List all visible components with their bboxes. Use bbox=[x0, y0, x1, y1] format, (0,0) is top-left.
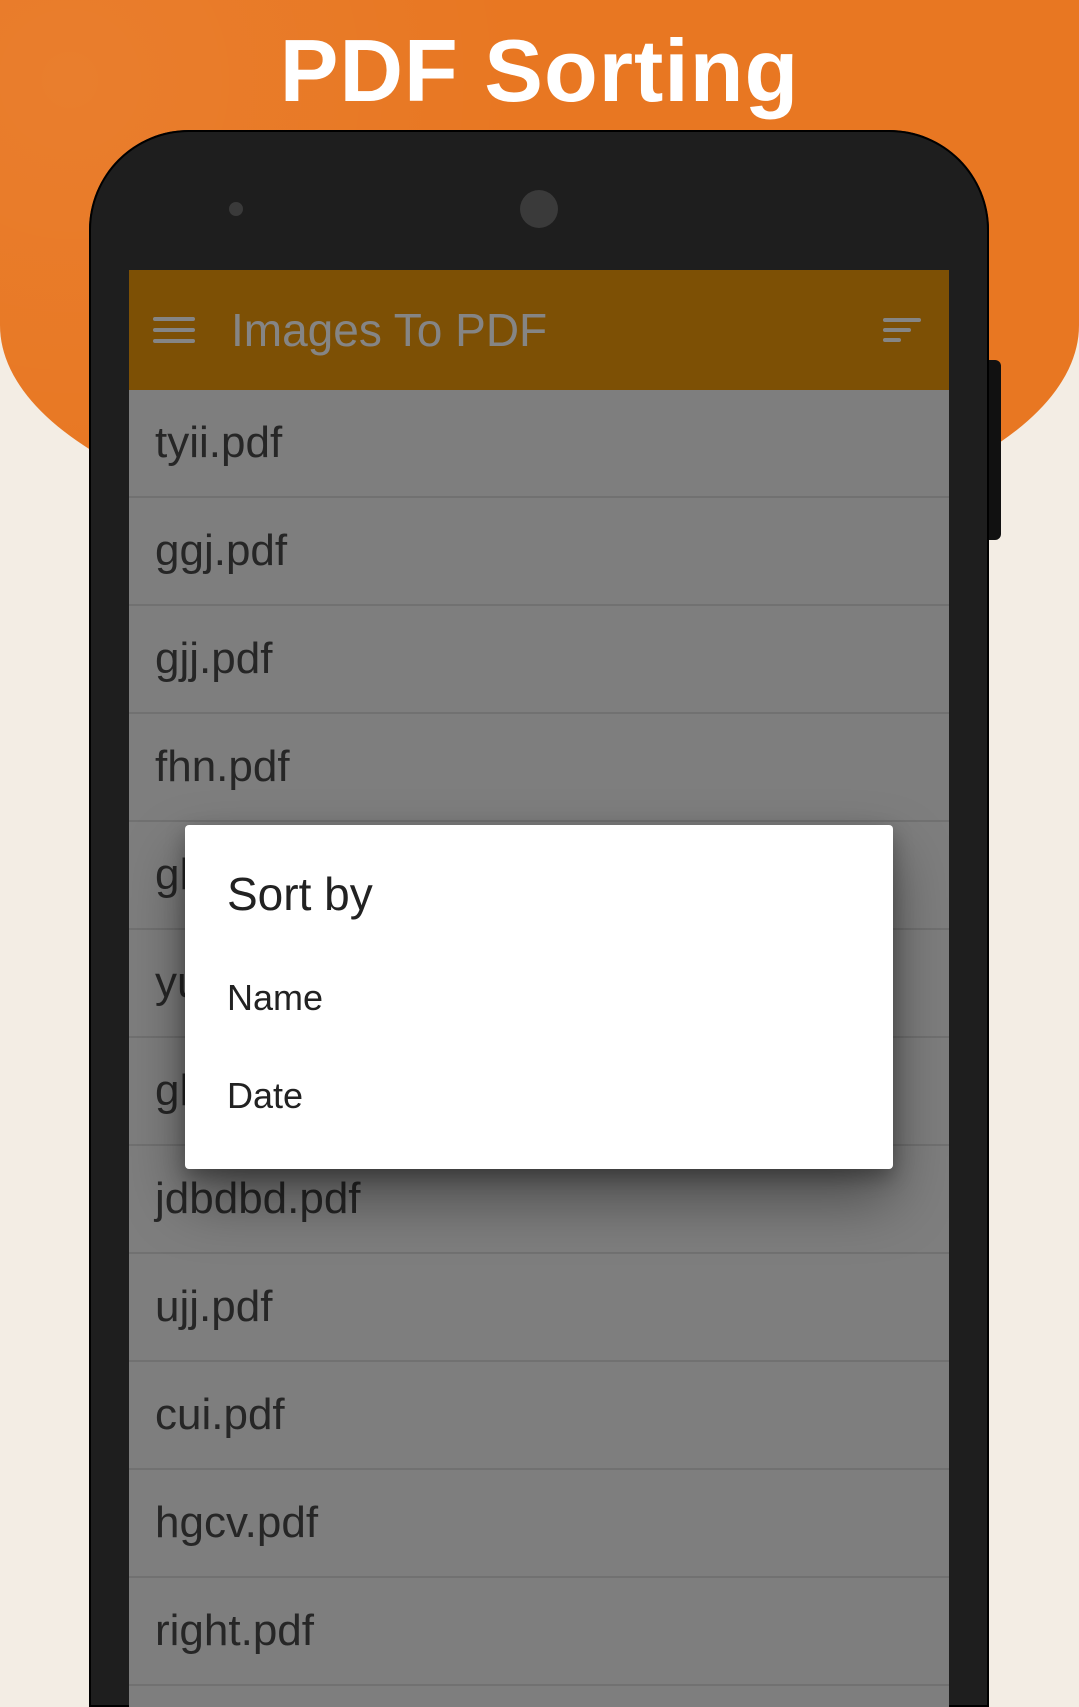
phone-frame: Images To PDF tyii.pdf ggj.pdf gjj.pdf f… bbox=[89, 130, 989, 1707]
marketing-title: PDF Sorting bbox=[0, 20, 1079, 122]
sort-option-name[interactable]: Name bbox=[185, 949, 893, 1047]
phone-sensor-dot bbox=[229, 202, 243, 216]
phone-speaker bbox=[520, 190, 558, 228]
sort-dialog: Sort by Name Date bbox=[185, 825, 893, 1169]
phone-side-button bbox=[989, 360, 1001, 540]
sort-option-date[interactable]: Date bbox=[185, 1047, 893, 1145]
dialog-title: Sort by bbox=[185, 859, 893, 949]
phone-screen: Images To PDF tyii.pdf ggj.pdf gjj.pdf f… bbox=[129, 270, 949, 1707]
